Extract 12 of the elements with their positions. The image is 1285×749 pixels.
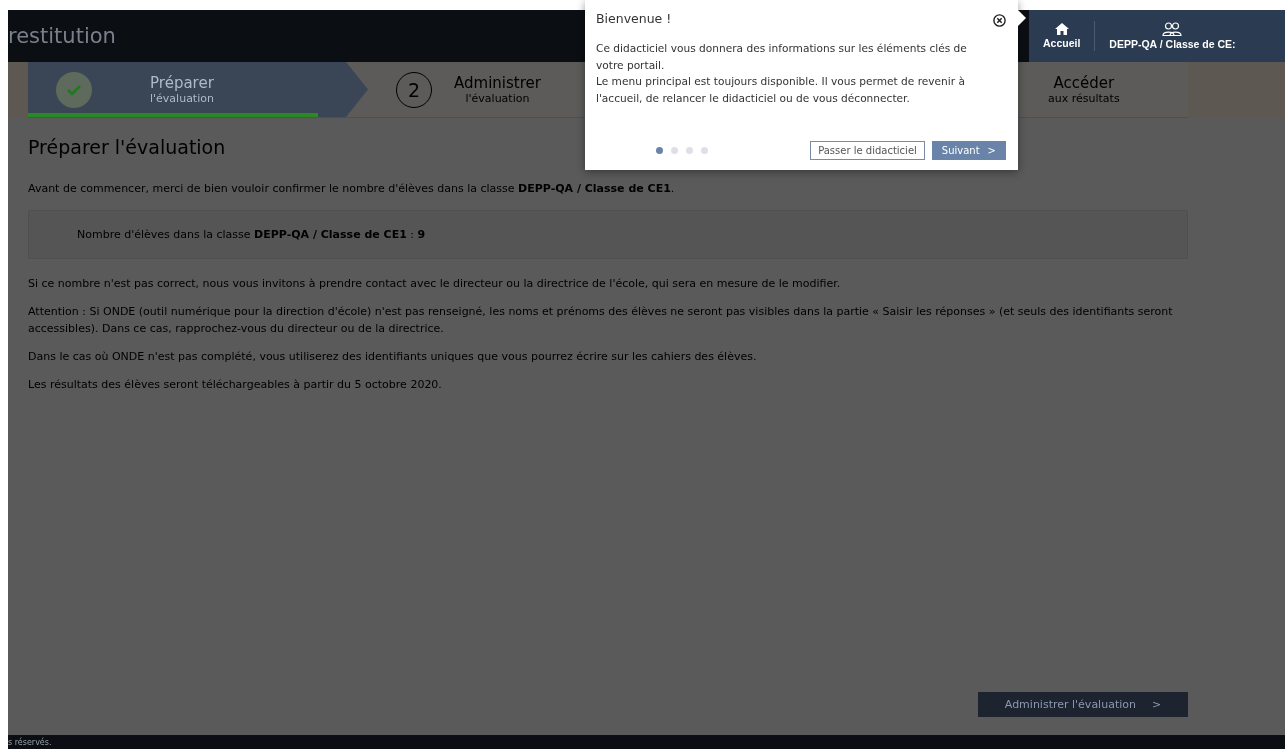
- paragraph: Les résultats des élèves seront téléchargeables à partir du 5 octobre 2020.: [28, 377, 443, 393]
- paragraph: Si ce nombre n'est pas correct, nous vous invitons à prendre contact avec le directeur ou la directrice de l'école, qui sera en mesure de le modifier.: [28, 276, 842, 292]
- intro-text: Avant de commencer, merci de bien vouloir confirmer le nombre d'élèves dans la classe DEPP-QA / Classe de CE1.: [28, 181, 676, 197]
- student-count: Nombre d'élèves dans la classe DEPP-QA / Classe de CE1 : 9: [77, 227, 427, 243]
- popover-title: Bienvenue !: [596, 11, 672, 26]
- paragraph: Dans le cas où ONDE n'est pas complété, vous utiliserez des identifiants uniques que vous pourrez écrire sur les cahiers des élèves.: [28, 349, 758, 365]
- footer-text: s réservés.: [8, 737, 52, 747]
- paragraph: Attention : Si ONDE (outil numérique pour la direction d'école) n'est pas renseigné, les noms et prénoms des élèves ne seront pas visibles dans la partie « Saisir les réponses » (et seuls des identifiants seront accessibles). Dans ce cas, rapprochez-vous du directeur ou de la directrice.: [28, 304, 1174, 337]
- popover-text: Le menu principal est toujours disponible. Il vous permet de revenir à l'accueil, de relancer le didacticiel ou de vous déconnecter.: [596, 74, 966, 106]
- page-title: Préparer l'évaluation: [28, 136, 226, 158]
- popover-text: Ce didacticiel vous donnera des informations sur les éléments clés de votre portail.: [596, 41, 968, 73]
- app-title: restitution: [8, 24, 116, 48]
